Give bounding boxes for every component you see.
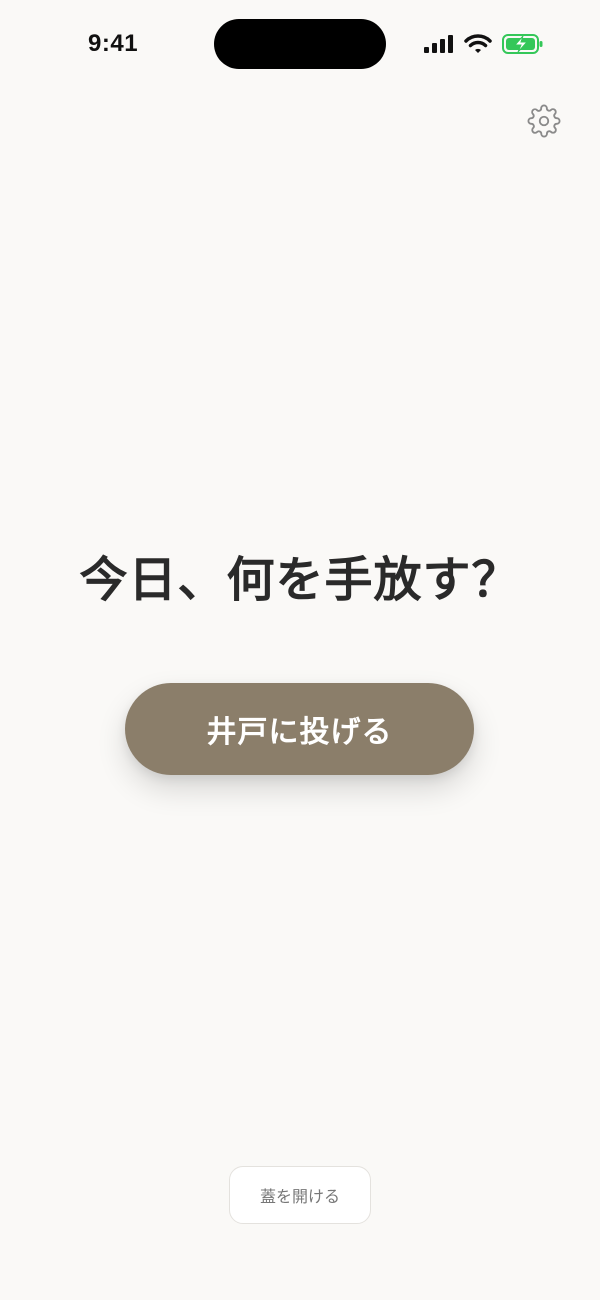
status-bar: 9:41 (0, 0, 600, 90)
wifi-icon (464, 34, 492, 54)
open-lid-button[interactable]: 蓋を開ける (229, 1166, 371, 1224)
signal-icon (424, 35, 454, 53)
dynamic-island (214, 19, 386, 69)
battery-charging-icon (502, 33, 544, 55)
prompt-heading: 今日、何を手放す？ (79, 552, 521, 608)
status-time: 9:41 (88, 30, 139, 57)
settings-button[interactable] (526, 104, 562, 142)
status-icons (424, 33, 544, 55)
gear-icon (527, 104, 561, 142)
throw-into-well-button[interactable]: 井戸に投げる (125, 683, 474, 775)
